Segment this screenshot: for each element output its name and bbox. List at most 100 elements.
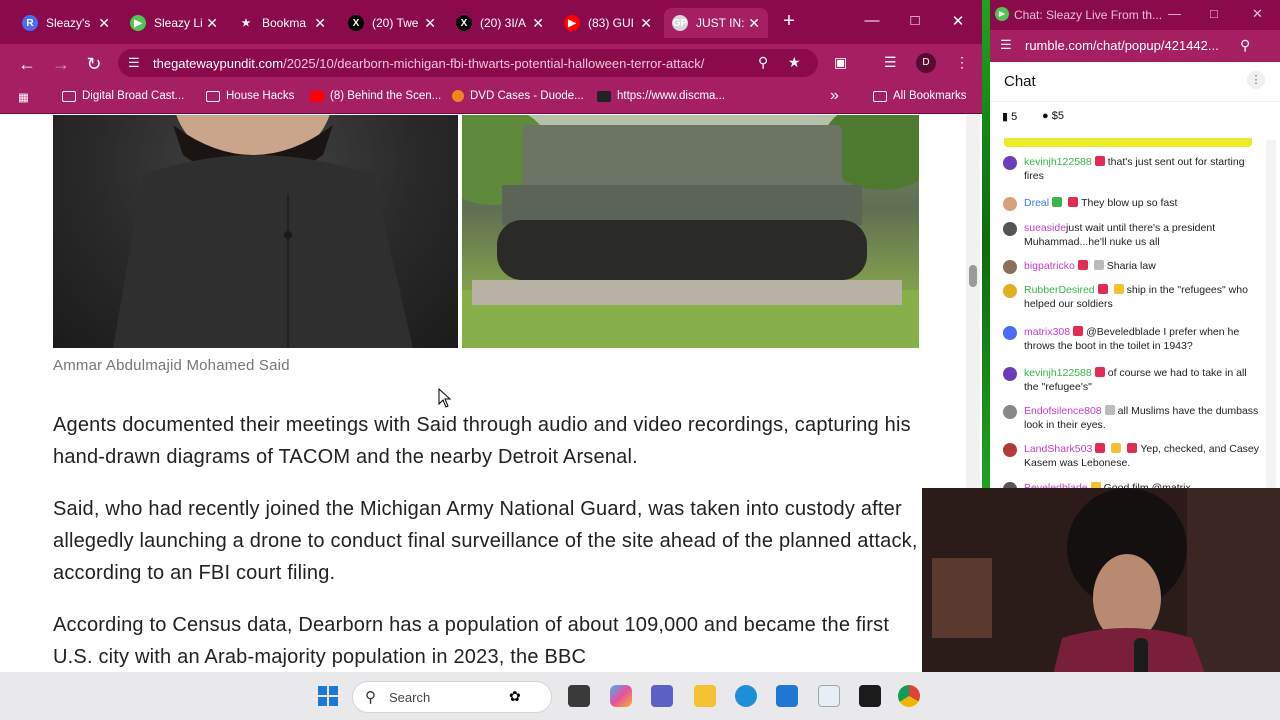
mouse-cursor-icon: [438, 388, 452, 408]
browser-tab[interactable]: ▶ Sleazy Li ✕: [122, 8, 226, 38]
apps-grid-icon[interactable]: ▦: [18, 90, 29, 104]
back-icon[interactable]: ←: [16, 53, 38, 75]
chat-username[interactable]: Dreal: [1024, 197, 1049, 209]
browser-tab[interactable]: X (20) Twe ✕: [340, 8, 444, 38]
close-tab-icon[interactable]: ✕: [314, 15, 326, 32]
bookmark-label: House Hacks: [226, 90, 295, 102]
bookmark-item[interactable]: https://www.discma...: [597, 90, 725, 102]
folder-icon: [873, 90, 887, 102]
close-tab-icon[interactable]: ✕: [206, 15, 218, 32]
site-info-icon[interactable]: ☰: [1000, 37, 1012, 53]
app-icon[interactable]: [859, 685, 881, 707]
chat-scrollbar[interactable]: [1266, 140, 1276, 488]
zoom-icon[interactable]: ⚲: [758, 54, 768, 71]
forward-icon[interactable]: →: [50, 53, 72, 75]
rants-amount[interactable]: ● $5: [1042, 110, 1064, 122]
bookmarks-overflow-button[interactable]: »: [830, 87, 839, 105]
chat-username[interactable]: bigpatricko: [1024, 260, 1075, 272]
user-avatar[interactable]: [1003, 443, 1017, 457]
chat-popup-window: ▶ Chat: Sleazy Live From th... — □ ✕ ☰ r…: [990, 0, 1280, 488]
chat-message-list: kevinjh122588 that's just sent out for st…: [990, 150, 1272, 488]
menu-kebab-icon[interactable]: ⋮: [955, 54, 969, 71]
user-avatar[interactable]: [1003, 405, 1017, 419]
address-bar[interactable]: ☰ thegatewaypundit.com/2025/10/dearborn-…: [118, 49, 818, 77]
close-window-icon[interactable]: ✕: [948, 12, 968, 30]
chat-username[interactable]: kevinjh122588: [1024, 367, 1092, 379]
chrome-icon[interactable]: [898, 685, 920, 707]
browser-tab[interactable]: GP JUST IN: ✕: [664, 8, 768, 38]
close-window-icon[interactable]: ✕: [1252, 6, 1263, 22]
chat-username[interactable]: sueaside: [1024, 222, 1066, 234]
chat-message-body: bigpatricko Sharia law: [1024, 259, 1260, 273]
bookmark-star-icon[interactable]: ★: [788, 54, 801, 71]
new-tab-button[interactable]: +: [778, 10, 800, 32]
bookmark-item[interactable]: House Hacks: [206, 90, 294, 102]
tab-title: Sleazy Li: [154, 16, 203, 30]
media-control-icon[interactable]: ☰: [884, 54, 897, 71]
file-explorer-icon[interactable]: [694, 685, 716, 707]
reload-icon[interactable]: ↻: [83, 53, 105, 75]
bookmark-item[interactable]: Digital Broad Cast...: [62, 90, 184, 102]
page-content: Ammar Abdulmajid Mohamed Said Agents doc…: [0, 115, 982, 672]
user-badge-icon: [1077, 260, 1088, 270]
chat-username[interactable]: RubberDesired: [1024, 284, 1095, 296]
user-avatar[interactable]: [1003, 284, 1017, 298]
user-avatar[interactable]: [1003, 260, 1017, 274]
minimize-icon[interactable]: —: [1168, 6, 1181, 21]
user-avatar[interactable]: [1003, 326, 1017, 340]
folder-icon: [206, 90, 220, 102]
browser-tab[interactable]: ★ Bookma ✕: [230, 8, 334, 38]
teams-icon[interactable]: [651, 685, 673, 707]
scroll-thumb[interactable]: [969, 265, 977, 287]
task-view-icon[interactable]: [568, 685, 590, 707]
windows-start-icon[interactable]: [318, 686, 338, 706]
close-tab-icon[interactable]: ✕: [98, 15, 110, 32]
user-avatar[interactable]: [1003, 222, 1017, 236]
settings-app-icon[interactable]: [818, 685, 840, 707]
close-tab-icon[interactable]: ✕: [640, 15, 652, 32]
rants-count[interactable]: ▮ 5: [1002, 110, 1017, 123]
chat-header: Chat ⋮: [990, 62, 1280, 102]
bookmark-item[interactable]: (8) Behind the Scen...: [310, 90, 441, 102]
close-tab-icon[interactable]: ✕: [424, 15, 436, 32]
bookmarks-bar: ▦ Digital Broad Cast... House Hacks (8) Be…: [0, 82, 982, 114]
tab-title: Bookma: [262, 16, 307, 30]
site-info-icon[interactable]: ☰: [128, 55, 140, 71]
browser-tab[interactable]: X (20) 3I/A ✕: [448, 8, 552, 38]
chat-url-bar: ☰ rumble.com/chat/popup/421442... ⚲: [990, 30, 1280, 62]
profile-avatar[interactable]: D: [916, 53, 936, 73]
maximize-icon[interactable]: □: [1210, 6, 1218, 21]
chat-options-icon[interactable]: ⋮: [1247, 71, 1265, 89]
maximize-icon[interactable]: □: [905, 12, 925, 29]
url-text[interactable]: thegatewaypundit.com/2025/10/dearborn-mi…: [153, 56, 704, 71]
chat-username[interactable]: LandShark503: [1024, 443, 1092, 455]
close-tab-icon[interactable]: ✕: [532, 15, 544, 32]
chat-url-text[interactable]: rumble.com/chat/popup/421442...: [1025, 38, 1219, 53]
chat-message-body: kevinjh122588 of course we had to take in…: [1024, 366, 1260, 394]
zoom-icon[interactable]: ⚲: [1240, 37, 1250, 54]
cast-icon[interactable]: ▣: [834, 54, 847, 71]
store-icon[interactable]: [776, 685, 798, 707]
taskbar-search[interactable]: ⚲ Search ✿: [352, 681, 552, 713]
browser-tab[interactable]: ▶ (83) GUI ✕: [556, 8, 660, 38]
user-avatar[interactable]: [1003, 197, 1017, 211]
user-avatar[interactable]: [1003, 367, 1017, 381]
user-badge-icon: [1052, 197, 1063, 207]
tab-favicon-icon: X: [456, 15, 472, 31]
chat-username[interactable]: matrix308: [1024, 326, 1070, 338]
chat-message-body: Beveledblade Good film @matrix: [1024, 481, 1260, 488]
browser-tab[interactable]: R Sleazy's ✕: [14, 8, 118, 38]
edge-icon[interactable]: [735, 685, 757, 707]
all-bookmarks-button[interactable]: All Bookmarks: [873, 90, 967, 102]
user-avatar[interactable]: [1003, 156, 1017, 170]
article-paragraph: Agents documented their meetings with Sa…: [53, 414, 911, 468]
minimize-icon[interactable]: —: [862, 12, 882, 29]
close-tab-icon[interactable]: ✕: [748, 15, 760, 32]
chat-username[interactable]: kevinjh122588: [1024, 156, 1092, 168]
suspect-photo: [53, 115, 458, 348]
pinned-message-bar[interactable]: [1004, 138, 1252, 147]
chat-username[interactable]: Endofsilence808: [1024, 405, 1102, 417]
bookmark-item[interactable]: DVD Cases - Duode...: [452, 90, 584, 102]
chat-message-body: kevinjh122588 that's just sent out for st…: [1024, 155, 1260, 183]
copilot-icon[interactable]: [610, 685, 632, 707]
